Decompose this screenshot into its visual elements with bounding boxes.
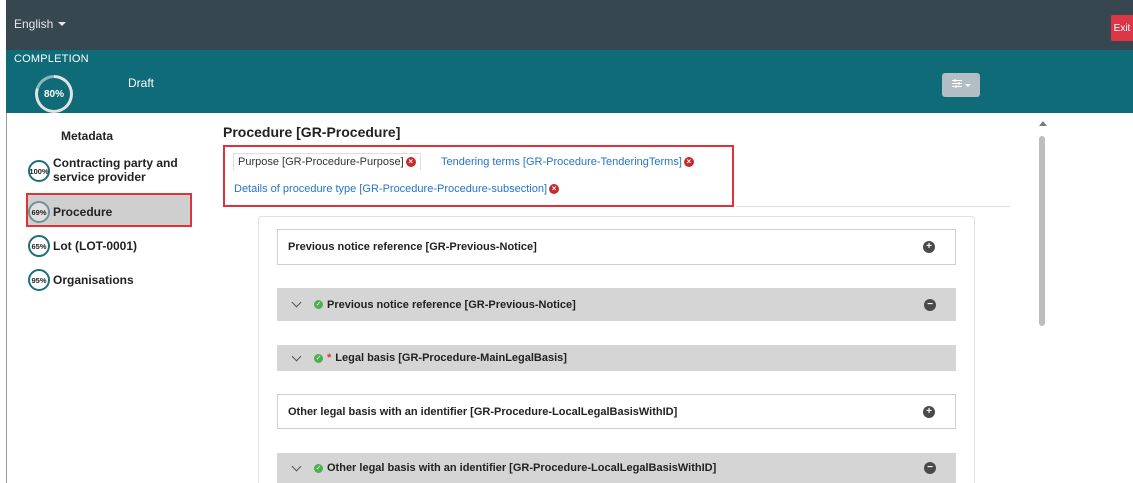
language-selector[interactable]: English bbox=[14, 17, 67, 31]
check-icon: ✓ bbox=[314, 353, 323, 363]
section-label: Previous notice reference [GR-Previous-N… bbox=[327, 298, 576, 311]
sidebar-heading: Metadata bbox=[61, 129, 114, 143]
sidebar-item-label: Contracting party and service provider bbox=[53, 156, 178, 184]
section-previous-notice-expanded[interactable]: ✓ Previous notice reference [GR-Previous… bbox=[277, 288, 956, 321]
add-icon[interactable]: + bbox=[923, 405, 935, 418]
tab-label: Details of procedure type [GR-Procedure-… bbox=[234, 183, 548, 195]
sidebar: Metadata 100% Contracting party and serv… bbox=[6, 113, 206, 483]
remove-icon[interactable]: − bbox=[924, 462, 936, 474]
completion-title: COMPLETION bbox=[14, 53, 89, 65]
progress-circle: 95% bbox=[28, 269, 50, 291]
section-label: Other legal basis with an identifier [GR… bbox=[288, 405, 678, 418]
scroll-thumb[interactable] bbox=[1039, 136, 1045, 326]
sidebar-item-lot[interactable]: 65% Lot (LOT-0001) bbox=[28, 235, 137, 257]
sidebar-item-label: Organisations bbox=[53, 273, 134, 287]
completion-progress-circle: 80% bbox=[35, 75, 73, 113]
tab-label: Purpose [GR-Procedure-Purpose] bbox=[238, 156, 404, 168]
remove-icon[interactable]: − bbox=[924, 298, 936, 311]
section-other-legal-basis-expanded[interactable]: ✓ Other legal basis with an identifier [… bbox=[277, 453, 956, 483]
top-bar: English Exit bbox=[6, 0, 1133, 50]
error-icon: × bbox=[405, 157, 416, 167]
chevron-down-icon[interactable] bbox=[291, 297, 302, 308]
caret-down-icon bbox=[964, 83, 971, 87]
check-icon: ✓ bbox=[314, 300, 323, 309]
completion-bar: COMPLETION 80% Draft bbox=[6, 50, 1133, 113]
completion-percent: 80% bbox=[38, 78, 70, 110]
scroll-up-icon[interactable] bbox=[1039, 121, 1047, 126]
section-other-legal-basis-collapsed[interactable]: Other legal basis with an identifier [GR… bbox=[277, 394, 956, 429]
chevron-down-icon[interactable] bbox=[291, 461, 302, 471]
sidebar-item-procedure[interactable]: 69% Procedure bbox=[28, 201, 112, 223]
label-line-2: service provider bbox=[53, 170, 146, 184]
add-icon[interactable]: + bbox=[923, 241, 935, 253]
sidebar-item-label: Lot (LOT-0001) bbox=[53, 239, 138, 253]
section-label: Legal basis [GR-Procedure-MainLegalBasis… bbox=[335, 352, 567, 364]
tabs-divider bbox=[736, 206, 1010, 207]
error-icon: × bbox=[683, 157, 694, 167]
section-label: Other legal basis with an identifier [GR… bbox=[327, 462, 717, 474]
caret-down-icon bbox=[58, 22, 67, 26]
progress-circle: 100% bbox=[28, 160, 50, 182]
page-title: Procedure [GR-Procedure] bbox=[223, 124, 401, 140]
language-label: English bbox=[14, 17, 54, 31]
progress-circle: 65% bbox=[28, 235, 50, 257]
section-label: Previous notice reference [GR-Previous-N… bbox=[288, 241, 537, 253]
label-line-1: Contracting party and bbox=[53, 156, 178, 170]
sidebar-item-label: Procedure bbox=[53, 205, 113, 219]
section-previous-notice-collapsed[interactable]: Previous notice reference [GR-Previous-N… bbox=[277, 229, 956, 265]
check-icon: ✓ bbox=[314, 463, 323, 473]
settings-dropdown-button[interactable] bbox=[942, 73, 980, 97]
section-legal-basis[interactable]: ✓ * Legal basis [GR-Procedure-MainLegalB… bbox=[277, 345, 956, 371]
error-icon: × bbox=[549, 184, 560, 194]
sidebar-item-organisations[interactable]: 95% Organisations bbox=[28, 269, 134, 291]
chevron-down-icon[interactable] bbox=[291, 351, 302, 361]
sidebar-item-contracting-party[interactable]: 100% Contracting party and service provi… bbox=[28, 156, 178, 184]
tab-procedure-details[interactable]: Details of procedure type [GR-Procedure-… bbox=[234, 183, 560, 195]
sliders-icon bbox=[951, 79, 962, 91]
tab-tendering-terms[interactable]: Tendering terms [GR-Procedure-TenderingT… bbox=[441, 156, 694, 168]
status-label: Draft bbox=[128, 76, 155, 90]
vertical-scrollbar[interactable] bbox=[1036, 116, 1048, 483]
tab-purpose[interactable]: Purpose [GR-Procedure-Purpose] × bbox=[233, 153, 421, 170]
tab-label: Tendering terms [GR-Procedure-TenderingT… bbox=[441, 156, 682, 168]
progress-circle: 69% bbox=[28, 201, 50, 223]
required-marker: * bbox=[327, 352, 332, 364]
exit-button[interactable]: Exit bbox=[1111, 15, 1133, 41]
